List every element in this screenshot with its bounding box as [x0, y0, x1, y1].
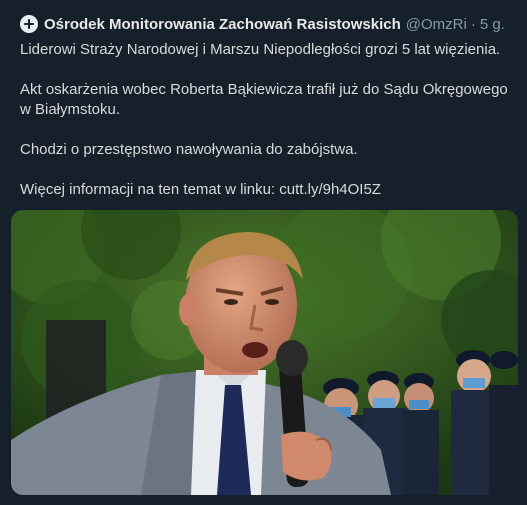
tweet-header: Ośrodek Monitorowania Zachowań Rasistows… [20, 14, 505, 34]
tweet-paragraph: Chodzi o przestępstwo nawoływania do zab… [20, 141, 358, 158]
tweet-paragraph: Liderowi Straży Narodowej i Marszu Niepo… [20, 41, 501, 58]
tweet-card[interactable]: Ośrodek Monitorowania Zachowań Rasistows… [0, 0, 527, 505]
photo-man-speaking-icon [11, 210, 518, 495]
tweet-photo[interactable] [11, 210, 518, 495]
tweet-paragraph: Więcej informacji na ten temat w linku: … [20, 181, 381, 198]
author-name[interactable]: Ośrodek Monitorowania Zachowań Rasistows… [44, 16, 401, 33]
tweet-text: Liderowi Straży Narodowej i Marszu Niepo… [20, 40, 515, 220]
author-handle[interactable]: @OmzRi [406, 16, 467, 33]
account-avatar-icon[interactable] [20, 15, 38, 33]
tweet-paragraph: Akt oskarżenia wobec Roberta Bąkiewicza … [20, 81, 508, 118]
separator-dot: · [470, 15, 476, 33]
tweet-time[interactable]: 5 g. [480, 16, 505, 33]
